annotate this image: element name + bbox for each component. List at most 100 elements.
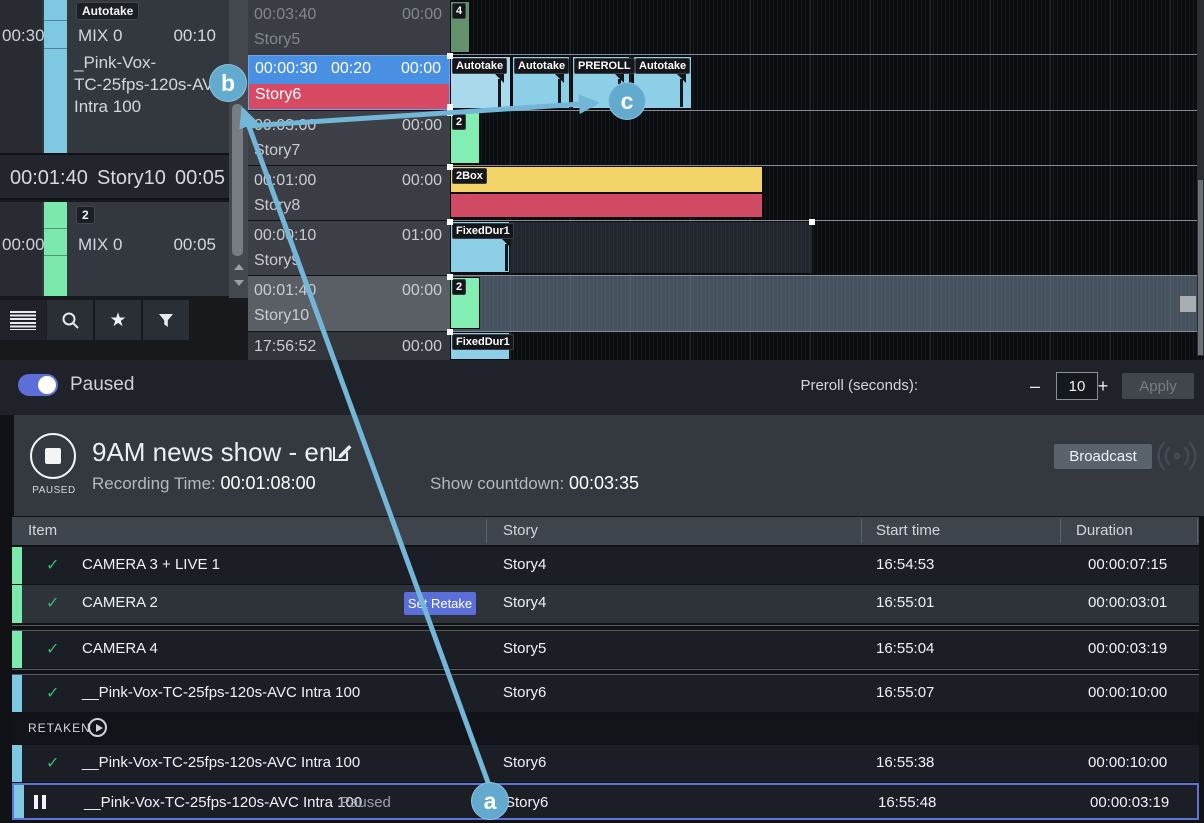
annotation-a: a — [471, 782, 509, 820]
clip-name-line3: Intra 100 — [74, 96, 141, 118]
item-name: CAMERA 4 — [82, 640, 158, 657]
set-retake-button[interactable]: Set Retake — [404, 592, 476, 615]
clip-time-column — [0, 0, 42, 153]
story-start: 00:00:10 — [254, 227, 316, 245]
paused-toggle[interactable] — [18, 374, 58, 396]
item-story: Story6 — [503, 684, 546, 701]
timeline-clip-fixeddur-1[interactable]: FixedDur1 — [450, 221, 510, 273]
broadcast-button[interactable]: Broadcast — [1054, 444, 1152, 469]
table-row-camera3[interactable]: ✓ CAMERA 3 + LIVE 1 Story4 16:54:53 00:0… — [12, 547, 1199, 584]
annotation-b: b — [209, 64, 247, 102]
selection-handle[interactable] — [447, 164, 453, 170]
play-icon[interactable] — [88, 718, 107, 737]
story-offset: 00:00 — [402, 172, 442, 190]
timeline-clip-autotake-1[interactable]: Autotake — [450, 56, 511, 109]
toggle-knob — [38, 376, 56, 394]
item-duration: 00:00:03:19 — [1090, 794, 1169, 811]
story-summary-header[interactable]: 00:01:40 Story10 00:05 — [0, 153, 230, 200]
timeline-scrollbar[interactable] — [1197, 0, 1204, 356]
item-start-time: 16:55:48 — [878, 794, 936, 811]
clip-offset: 00:30 — [2, 26, 45, 46]
timeline-clip-story10[interactable]: 2 — [450, 277, 480, 329]
item-duration: 00:00:03:01 — [1088, 594, 1167, 611]
selection-handle[interactable] — [809, 219, 815, 225]
table-row-pinkvox-paused-selected[interactable]: __Pink-Vox-TC-25fps-120s-AVC Intra 100 P… — [12, 783, 1199, 820]
clip-badge: 4 — [452, 3, 466, 19]
scrollbar-thumb[interactable] — [232, 104, 243, 256]
story-row-next[interactable]: 17:56:52 00:00 — [248, 331, 450, 360]
timeline-canvas[interactable]: 4 Autotake Autotake PREROLL Autotake 2 2… — [450, 0, 1204, 360]
column-header-story[interactable]: Story — [503, 522, 538, 539]
selection-handle[interactable] — [447, 219, 453, 225]
timeline-clip-story7[interactable]: 2 — [450, 112, 480, 164]
story-row-story7[interactable]: 00:03:00 00:00 Story7 — [248, 110, 450, 165]
scroll-down-icon[interactable] — [234, 280, 244, 286]
status-bar — [12, 585, 22, 623]
stop-button[interactable] — [30, 433, 76, 479]
story-header-name: Story10 — [97, 167, 166, 190]
column-header-item[interactable]: Item — [28, 522, 57, 539]
preroll-decrement-button[interactable]: – — [1026, 372, 1044, 400]
selection-handle[interactable] — [447, 329, 453, 335]
story-offset: 00:00 — [402, 117, 442, 135]
story-start: 00:03:40 — [254, 6, 316, 24]
clip-track-bar[interactable] — [44, 0, 67, 153]
clip-track-bar[interactable] — [44, 202, 67, 296]
timeline-bar-story8-red[interactable] — [450, 193, 763, 218]
clip-badge: 2 — [452, 279, 466, 295]
playout-state-label: PAUSED — [24, 485, 84, 496]
star-icon: ★ — [109, 311, 126, 330]
item-story: Story6 — [505, 794, 548, 811]
preroll-increment-button[interactable]: + — [1094, 372, 1112, 400]
table-row-camera2[interactable]: ✓ CAMERA 2 Set Retake Story4 16:55:01 00… — [12, 585, 1199, 623]
timeline-bar-2box[interactable]: 2Box — [450, 166, 763, 193]
story10-highlight-band[interactable] — [450, 275, 1204, 331]
inspector-scrollbar[interactable] — [229, 0, 248, 298]
favorites-button[interactable]: ★ — [95, 300, 141, 340]
story-start: 00:00:30 — [255, 60, 317, 78]
story-row-story6-selected[interactable]: 00:00:30 00:20 00:00 Story6 — [248, 55, 450, 110]
clip-detail-top[interactable]: 00:30 Autotake MIX 0 00:10 _Pink-Vox- TC… — [0, 0, 230, 153]
broadcast-production-app: 00:30 Autotake MIX 0 00:10 _Pink-Vox- TC… — [0, 0, 1204, 823]
story-row-story8[interactable]: 00:01:00 00:00 Story8 — [248, 165, 450, 220]
filter-icon — [158, 313, 174, 328]
status-bar — [12, 547, 22, 584]
timeline-clip-autotake-2[interactable]: Autotake — [512, 56, 570, 109]
clip-badge: FixedDur1 — [452, 223, 514, 239]
clip-detail-bottom[interactable]: 00:00 2 MIX 0 00:05 — [0, 202, 230, 296]
table-row-camera4[interactable]: ✓ CAMERA 4 Story5 16:55:04 00:00:03:19 — [12, 631, 1199, 668]
story-row-story10-highlighted[interactable]: 00:01:40 00:00 Story10 — [248, 275, 450, 331]
story-offset: 00:00 — [402, 338, 442, 356]
clip-badge: 2 — [452, 114, 466, 130]
filter-button[interactable] — [143, 300, 189, 340]
preroll-input[interactable] — [1056, 372, 1098, 400]
status-bar — [12, 631, 22, 668]
list-view-button[interactable] — [0, 300, 46, 340]
timeline-clip-story5[interactable]: 4 — [450, 1, 470, 53]
table-row-pinkvox-1[interactable]: ✓ __Pink-Vox-TC-25fps-120s-AVC Intra 100… — [12, 675, 1199, 712]
recording-time: Recording Time: 00:01:08:00 — [92, 473, 316, 494]
status-bar — [14, 785, 24, 818]
edit-title-icon[interactable] — [332, 442, 352, 462]
story-row-story5[interactable]: 00:03:40 00:00 Story5 — [248, 0, 450, 55]
timeline-drag-handle[interactable] — [1180, 296, 1196, 312]
story-row-story9[interactable]: 00:00:10 01:00 Story9 — [248, 220, 450, 275]
story-name: Story6 — [255, 86, 301, 104]
scroll-up-icon[interactable] — [234, 264, 244, 270]
retaken-group-row[interactable]: RETAKEN — [12, 713, 1199, 744]
item-duration: 00:00:07:15 — [1088, 556, 1167, 573]
table-row-pinkvox-2[interactable]: ✓ __Pink-Vox-TC-25fps-120s-AVC Intra 100… — [12, 745, 1199, 782]
check-icon: ✓ — [46, 753, 59, 773]
column-header-start-time[interactable]: Start time — [876, 522, 940, 539]
selection-handle[interactable] — [447, 110, 453, 116]
scrollbar-thumb[interactable] — [1198, 180, 1203, 355]
item-name: CAMERA 2 — [82, 594, 158, 611]
timeline-clip-fixeddur-2[interactable]: FixedDur1 — [450, 332, 510, 360]
selection-handle[interactable] — [447, 53, 453, 59]
story-header-duration: 00:05 — [175, 167, 225, 190]
story-name: Story10 — [254, 307, 309, 325]
search-button[interactable] — [47, 300, 93, 340]
apply-button[interactable]: Apply — [1122, 373, 1194, 399]
column-header-duration[interactable]: Duration — [1076, 522, 1133, 539]
selection-handle[interactable] — [447, 274, 453, 280]
